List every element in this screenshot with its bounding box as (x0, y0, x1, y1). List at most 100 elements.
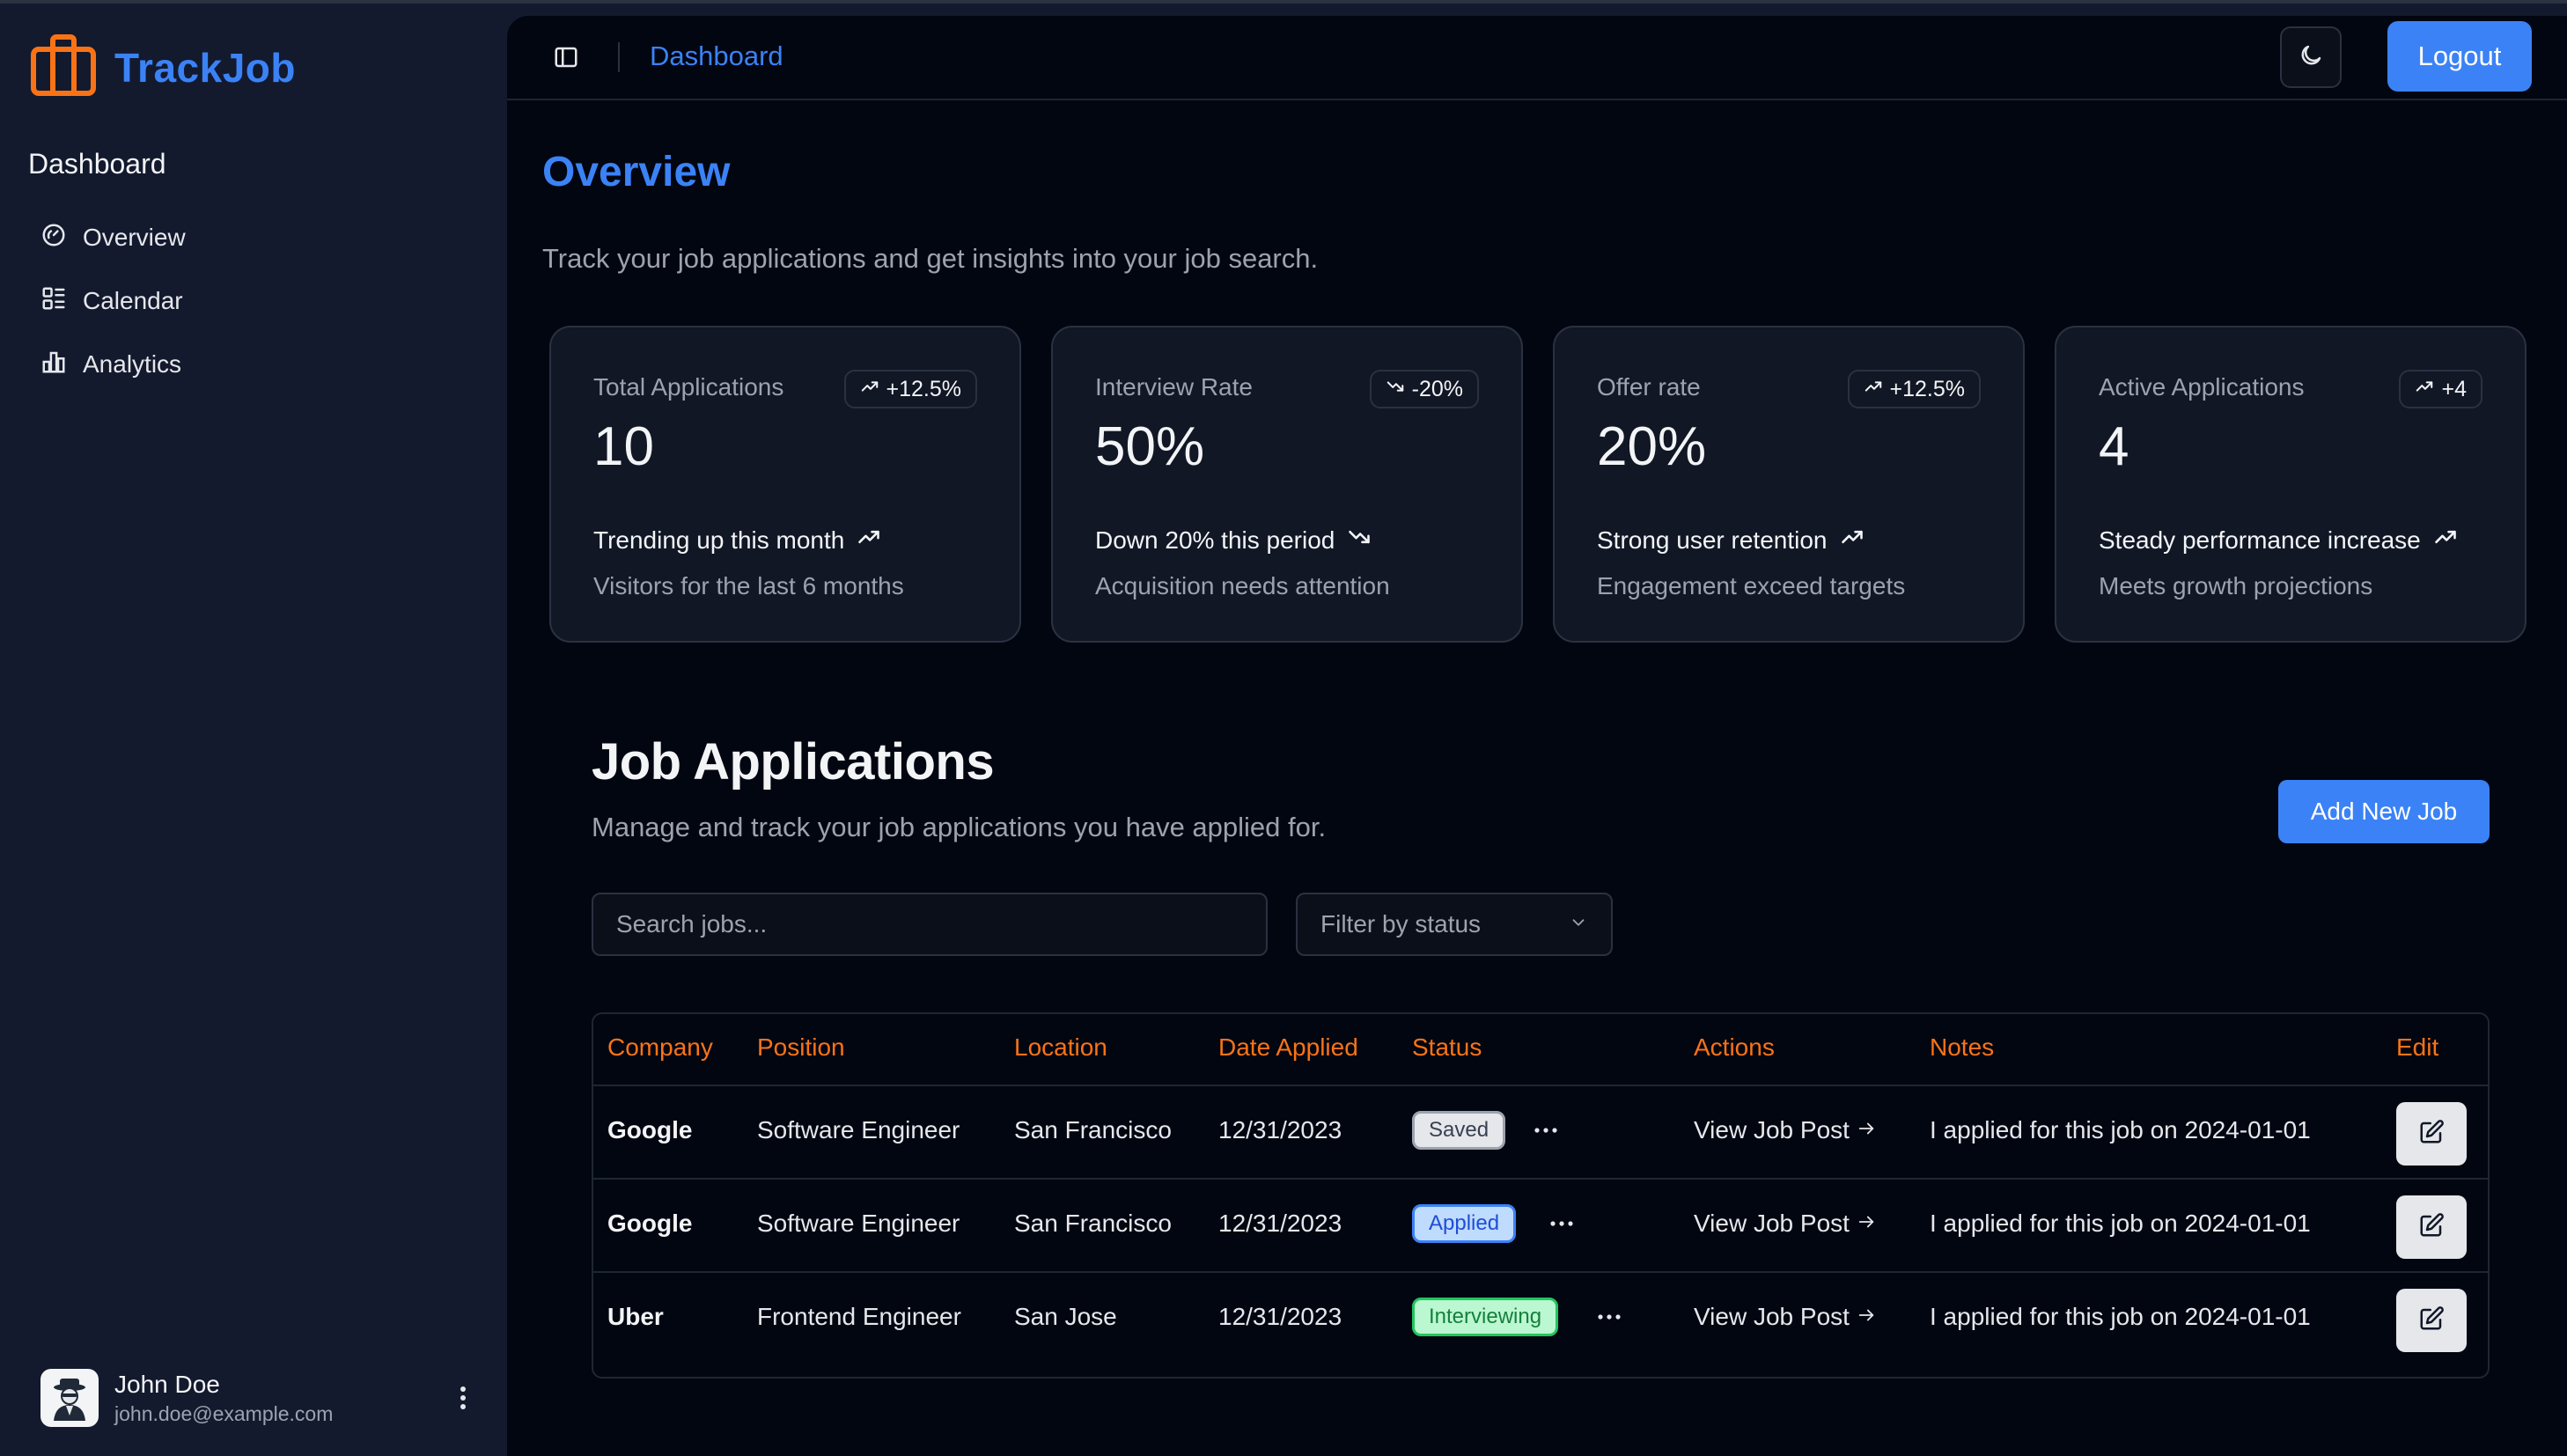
chevron-down-icon (1569, 910, 1588, 938)
sidebar-nav: Overview Calendar Analytics (40, 206, 186, 396)
breadcrumb[interactable]: Dashboard (650, 40, 783, 72)
edit-icon (2418, 1212, 2445, 1243)
briefcase-icon (30, 33, 97, 101)
add-new-job-button[interactable]: Add New Job (2278, 780, 2490, 843)
stat-badge-value: +12.5% (886, 376, 962, 401)
jobs-table: Company Position Location Date Applied S… (592, 1012, 2490, 1379)
cell-position: Frontend Engineer (757, 1303, 961, 1330)
column-header: Edit (2396, 1033, 2439, 1061)
sidebar-item-label: Analytics (83, 350, 182, 378)
stat-badge: +4 (2399, 370, 2482, 408)
view-job-post-link[interactable]: View Job Post (1694, 1116, 1876, 1144)
stat-trend: Steady performance increase (2099, 525, 2458, 555)
stat-label: Total Applications (593, 373, 784, 401)
table-row: Google Software Engineer San Francisco 1… (593, 1178, 2488, 1273)
page-subtitle: Track your job applications and get insi… (542, 243, 1319, 274)
stat-badge-value: +4 (2441, 376, 2467, 401)
calendar-list-icon (40, 285, 67, 318)
column-header[interactable]: Location (1014, 1033, 1107, 1062)
column-header[interactable]: Position (757, 1033, 845, 1062)
more-vertical-icon[interactable] (445, 1380, 481, 1416)
sidebar-item-overview[interactable]: Overview (40, 206, 186, 269)
stat-label: Active Applications (2099, 373, 2305, 401)
top-header: Dashboard Logout (507, 16, 2567, 100)
trend-up-icon (1864, 377, 1883, 402)
stat-badge-value: +12.5% (1889, 376, 1966, 401)
link-label: View Job Post (1694, 1116, 1850, 1143)
cell-location: San Jose (1014, 1303, 1117, 1330)
filter-label: Filter by status (1320, 910, 1482, 938)
table-header: Company Position Location Date Applied S… (593, 1014, 2488, 1086)
status-badge: Interviewing (1412, 1298, 1559, 1336)
stat-card-offer-rate: Offer rate +12.5% 20% Strong user retent… (1553, 326, 2025, 643)
trend-up-icon (857, 525, 881, 555)
edit-icon (2418, 1305, 2445, 1336)
edit-button[interactable] (2396, 1289, 2467, 1352)
stat-card-active-applications: Active Applications +4 4 Steady performa… (2055, 326, 2527, 643)
edit-button[interactable] (2396, 1195, 2467, 1259)
stat-trend: Trending up this month (593, 525, 881, 555)
theme-toggle-button[interactable] (2280, 26, 2342, 88)
cell-company: Google (607, 1210, 693, 1237)
view-job-post-link[interactable]: View Job Post (1694, 1210, 1876, 1238)
link-label: View Job Post (1694, 1303, 1850, 1330)
gauge-icon (40, 222, 67, 254)
stat-value: 10 (593, 416, 654, 477)
column-header: Notes (1930, 1033, 1995, 1061)
stat-trend-text: Strong user retention (1597, 526, 1828, 554)
stat-value: 50% (1095, 416, 1205, 477)
status-badge: Applied (1412, 1204, 1517, 1243)
cell-position: Software Engineer (757, 1116, 960, 1143)
stat-label: Interview Rate (1095, 373, 1253, 401)
cell-notes: I applied for this job on 2024-01-01 (1930, 1303, 2311, 1330)
user-profile[interactable]: John Doe john.doe@example.com (40, 1366, 481, 1430)
user-email: john.doe@example.com (114, 1401, 334, 1425)
stat-card-interview-rate: Interview Rate -20% 50% Down 20% this pe… (1051, 326, 1523, 643)
page-title: Overview (542, 149, 731, 195)
trend-up-icon (2415, 377, 2434, 402)
avatar (40, 1369, 99, 1427)
edit-button[interactable] (2396, 1102, 2467, 1166)
status-filter-select[interactable]: Filter by status (1296, 893, 1613, 956)
header-divider (618, 42, 620, 72)
column-header[interactable]: Date Applied (1218, 1033, 1358, 1062)
table-row: Google Software Engineer San Francisco 1… (593, 1085, 2488, 1180)
stat-value: 4 (2099, 416, 2129, 477)
stat-trend-text: Steady performance increase (2099, 526, 2421, 554)
trend-down-icon (1386, 377, 1405, 402)
more-horizontal-icon[interactable] (1546, 1208, 1578, 1239)
more-horizontal-icon[interactable] (1530, 1114, 1562, 1146)
sidebar: TrackJob Dashboard Overview Calendar Ana… (0, 4, 507, 1456)
more-horizontal-icon[interactable] (1593, 1301, 1625, 1333)
column-header[interactable]: Company (607, 1033, 713, 1062)
column-header[interactable]: Status (1412, 1033, 1482, 1062)
cell-notes: I applied for this job on 2024-01-01 (1930, 1116, 2311, 1143)
status-badge: Saved (1412, 1111, 1506, 1150)
trend-up-icon (1840, 525, 1865, 555)
logout-button[interactable]: Logout (2387, 21, 2532, 92)
search-input[interactable] (592, 893, 1268, 956)
cell-company: Google (607, 1116, 693, 1143)
stat-description: Meets growth projections (2099, 572, 2373, 599)
trend-up-icon (2433, 525, 2458, 555)
stat-value: 20% (1597, 416, 1707, 477)
moon-icon (2298, 42, 2324, 73)
sidebar-toggle-icon[interactable] (549, 40, 583, 74)
bar-chart-icon (40, 349, 67, 381)
arrow-right-icon (1857, 1116, 1876, 1144)
user-name: John Doe (114, 1370, 220, 1398)
edit-icon (2418, 1119, 2445, 1150)
trend-up-icon (860, 377, 879, 402)
sidebar-item-analytics[interactable]: Analytics (40, 333, 186, 396)
cell-company: Uber (607, 1303, 664, 1330)
stat-badge: +12.5% (843, 370, 977, 408)
main-panel: Dashboard Logout Overview Track your job… (507, 16, 2567, 1456)
sidebar-item-calendar[interactable]: Calendar (40, 269, 186, 333)
brand[interactable]: TrackJob (30, 33, 296, 101)
stat-label: Offer rate (1597, 373, 1701, 401)
cell-notes: I applied for this job on 2024-01-01 (1930, 1210, 2311, 1237)
cell-position: Software Engineer (757, 1210, 960, 1237)
section-subtitle: Manage and track your job applications y… (592, 812, 1327, 842)
brand-name: TrackJob (114, 44, 296, 91)
view-job-post-link[interactable]: View Job Post (1694, 1303, 1876, 1331)
